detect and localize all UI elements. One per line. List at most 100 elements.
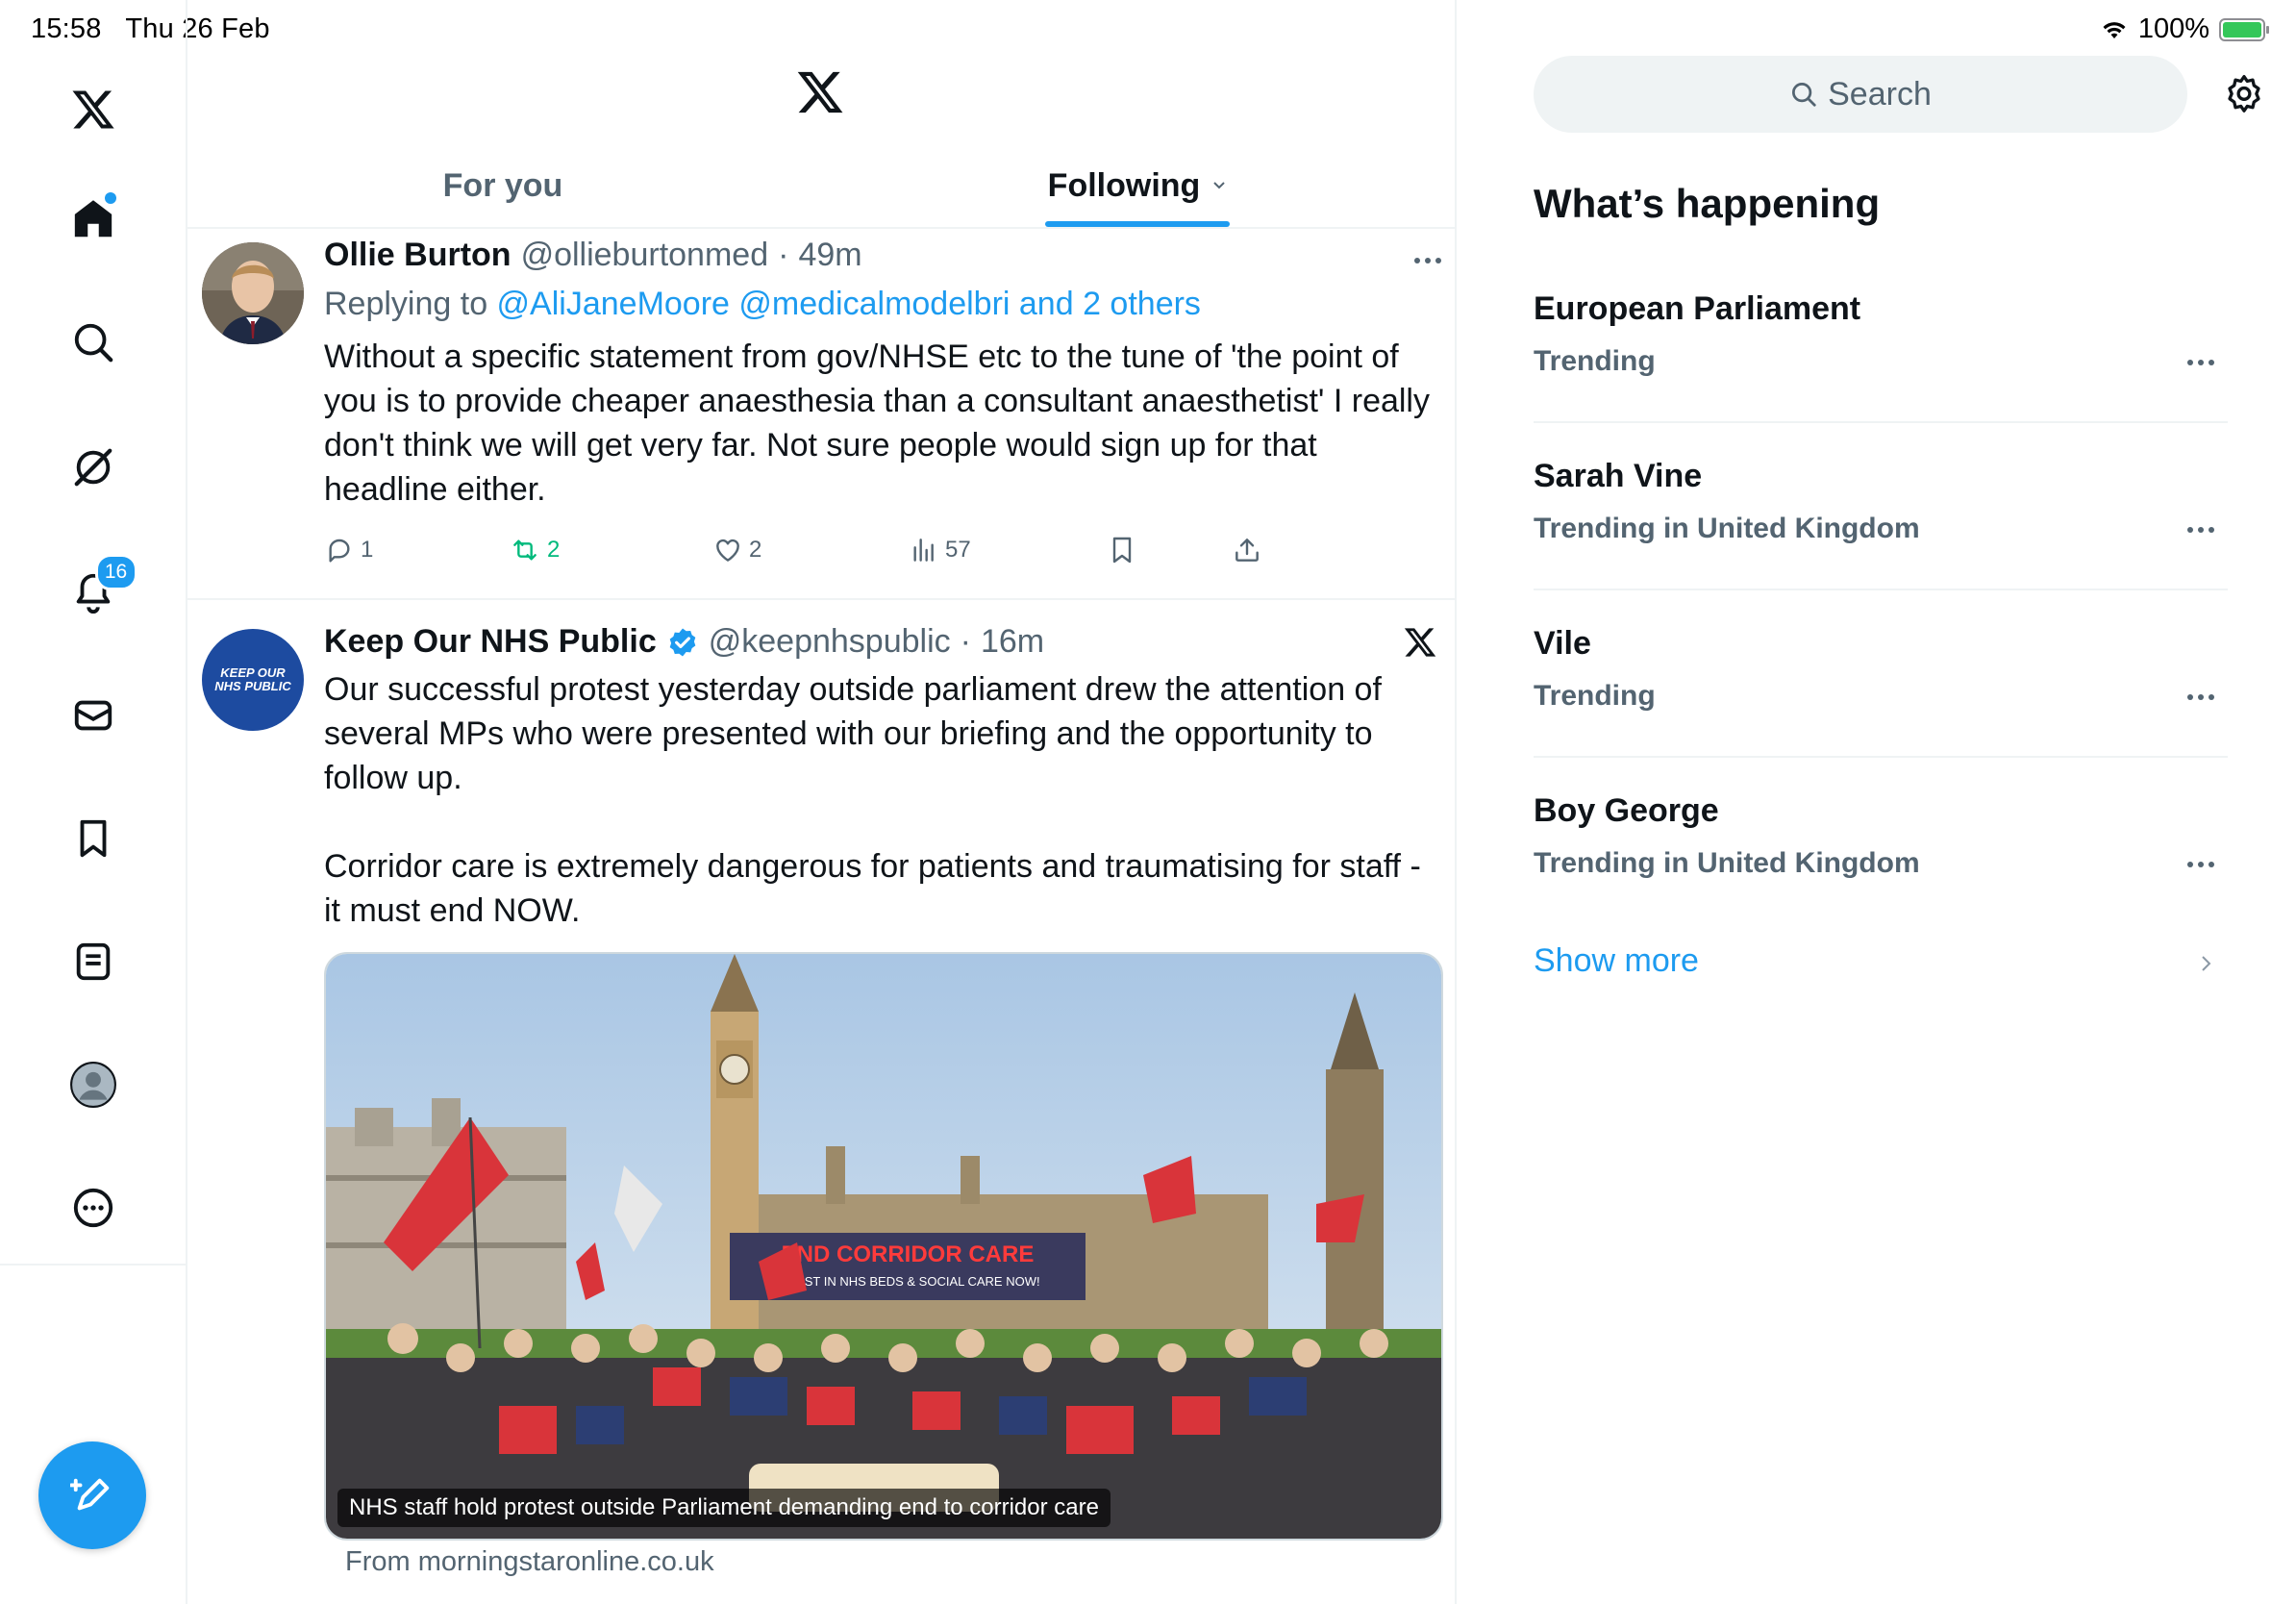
author-name[interactable]: Ollie Burton — [324, 237, 512, 274]
compose-icon — [70, 1478, 110, 1511]
tweet[interactable]: Ollie Burton @ollieburtonmed · 49m Reply… — [186, 227, 1455, 600]
replying-prefix: Replying to — [324, 286, 497, 322]
tweet-header: Ollie Burton @ollieburtonmed · 49m — [324, 237, 862, 274]
tweet-media[interactable]: END CORRIDOR CARE INVEST IN NHS BEDS & S… — [324, 952, 1443, 1541]
lists-icon[interactable] — [62, 931, 124, 992]
replying-to-links[interactable]: @AliJaneMoore @medicalmodelbri and 2 oth… — [497, 286, 1201, 322]
view-count: 57 — [945, 537, 971, 563]
separator-dot: · — [960, 623, 971, 660]
whats-happening-title: What’s happening — [1534, 181, 1881, 226]
trend-context: Trending — [1534, 680, 1656, 712]
repost-button[interactable]: 2 — [509, 535, 560, 565]
avatar-logo-text: KEEP OUR NHS PUBLIC — [214, 665, 291, 693]
like-count: 2 — [749, 537, 762, 563]
tweet-header: Keep Our NHS Public @keepnhspublic · 16m — [324, 623, 1044, 661]
repost-count: 2 — [547, 537, 561, 563]
tweet-text: Without a specific statement from gov/NH… — [324, 338, 1439, 508]
search-placeholder: Search — [1828, 75, 1932, 113]
nav-divider — [0, 1264, 186, 1266]
battery-icon — [2219, 17, 2269, 41]
timeline-tabs: For you Following — [186, 144, 1455, 229]
trend-context: Trending — [1534, 345, 1656, 377]
trend-more-icon[interactable] — [2187, 360, 2214, 365]
notifications-badge: 16 — [94, 554, 137, 590]
compose-button[interactable] — [38, 1441, 146, 1549]
search-icon[interactable] — [62, 312, 124, 373]
media-caption: NHS staff hold protest outside Parliamen… — [337, 1489, 1111, 1527]
author-handle[interactable]: @ollieburtonmed — [521, 237, 769, 274]
timeline: For you Following Ollie Burton @olliebur… — [186, 0, 1457, 1604]
repost-icon — [513, 539, 537, 561]
tweet-text: Our successful protest yesterday outside… — [324, 671, 1421, 929]
trend-topic: European Parliament — [1534, 290, 1861, 327]
reply-icon — [329, 539, 350, 563]
settings-gear-icon[interactable] — [2223, 73, 2265, 115]
tab-for-you[interactable]: For you — [186, 144, 820, 227]
home-icon[interactable] — [62, 188, 124, 250]
tweet-more-icon[interactable] — [1414, 258, 1441, 263]
trend-context: Trending in United Kingdom — [1534, 847, 1920, 879]
home-new-dot — [104, 192, 116, 204]
more-icon[interactable] — [62, 1177, 124, 1239]
header-x-logo-icon — [795, 67, 845, 117]
status-right: 100% — [2100, 13, 2269, 45]
like-button[interactable]: 2 — [712, 535, 761, 565]
trend-more-icon[interactable] — [2187, 527, 2214, 533]
trend-item[interactable]: Boy George Trending in United Kingdom — [1534, 792, 2228, 880]
author-handle[interactable]: @keepnhspublic — [709, 623, 951, 661]
trend-context: Trending in United Kingdom — [1534, 513, 1920, 544]
avatar[interactable] — [202, 242, 304, 344]
wifi-icon — [2100, 18, 2129, 41]
views-button[interactable]: 57 — [909, 535, 971, 565]
profile-icon[interactable] — [62, 1054, 124, 1115]
tweet[interactable]: KEEP OUR NHS PUBLIC Keep Our NHS Public … — [186, 600, 1455, 1604]
bookmark-icon — [1112, 537, 1132, 564]
banner-text: END CORRIDOR CARE — [782, 1241, 1035, 1267]
heart-icon — [716, 539, 739, 562]
separator-dot: · — [778, 237, 789, 273]
trend-divider — [1534, 421, 2228, 423]
notifications-icon[interactable]: 16 — [62, 554, 137, 623]
link-source[interactable]: From morningstaronline.co.uk — [345, 1546, 714, 1578]
replying-to: Replying to @AliJaneMoore @medicalmodelb… — [324, 286, 1201, 323]
x-logo-icon[interactable] — [62, 79, 124, 140]
show-more-label: Show more — [1534, 942, 1699, 979]
tab-following[interactable]: Following — [820, 144, 1455, 227]
tab-following-label: Following — [1047, 166, 1201, 204]
tab-for-you-label: For you — [442, 166, 563, 204]
chevron-right-icon — [2198, 952, 2215, 975]
grok-icon[interactable] — [62, 437, 124, 498]
search-input[interactable]: Search — [1534, 56, 2187, 133]
bookmark-button[interactable] — [1107, 535, 1137, 565]
trend-topic: Sarah Vine — [1534, 458, 1703, 494]
trend-topic: Boy George — [1534, 792, 1719, 829]
grok-x-icon[interactable] — [1403, 625, 1437, 660]
reply-count: 1 — [361, 537, 374, 563]
show-more-link[interactable]: Show more — [1534, 942, 1699, 980]
search-icon — [1792, 83, 1816, 107]
chevron-down-icon — [1211, 180, 1227, 191]
trend-divider — [1534, 589, 2228, 590]
trend-item[interactable]: Sarah Vine Trending in United Kingdom — [1534, 458, 2228, 545]
protest-photo: END CORRIDOR CARE INVEST IN NHS BEDS & S… — [326, 954, 1441, 1539]
trend-more-icon[interactable] — [2187, 862, 2214, 867]
author-name[interactable]: Keep Our NHS Public — [324, 623, 657, 661]
left-nav: 16 — [0, 0, 187, 1604]
tweet-time[interactable]: 49m — [798, 237, 861, 274]
reply-button[interactable]: 1 — [324, 535, 373, 565]
trend-item[interactable]: European Parliament Trending — [1534, 290, 2228, 378]
battery-text: 100% — [2137, 13, 2209, 44]
tweet-time[interactable]: 16m — [981, 623, 1044, 661]
trend-more-icon[interactable] — [2187, 694, 2214, 700]
share-icon — [1235, 539, 1259, 562]
messages-icon[interactable] — [62, 685, 124, 746]
banner-subtext: INVEST IN NHS BEDS & SOCIAL CARE NOW! — [775, 1274, 1039, 1289]
trend-item[interactable]: Vile Trending — [1534, 625, 2228, 713]
bookmarks-icon[interactable] — [62, 808, 124, 869]
avatar[interactable]: KEEP OUR NHS PUBLIC — [202, 629, 304, 731]
verified-badge-icon — [666, 626, 699, 659]
share-button[interactable] — [1232, 535, 1262, 565]
trend-topic: Vile — [1534, 625, 1591, 662]
trend-divider — [1534, 756, 2228, 758]
analytics-icon — [913, 539, 934, 562]
